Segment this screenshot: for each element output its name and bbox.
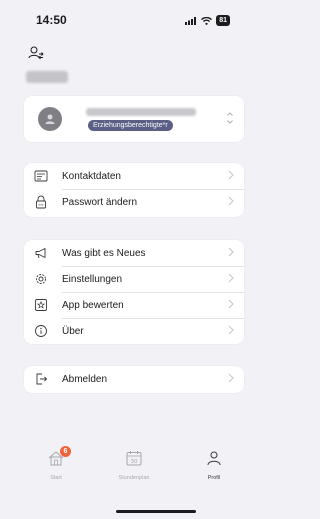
menu-item-contact[interactable]: Kontaktdaten [24,163,244,189]
tab-label: Profil [207,475,221,481]
status-bar: 14:50 81 [0,0,244,40]
menu-label: Einstellungen [62,273,123,285]
menu-item-password[interactable]: *** Passwort ändern [24,189,244,215]
avatar [38,107,62,131]
star-icon [35,299,47,311]
logout-group: Abmelden [24,366,244,393]
info-icon [35,325,47,337]
profile-name-redacted [86,108,196,116]
menu-label: App bewerten [62,299,124,311]
svg-text:***: *** [38,204,44,208]
megaphone-icon [35,248,46,259]
wifi-icon [201,16,213,25]
expand-chevron-icon[interactable] [226,110,234,126]
status-icons: 81 [185,15,230,26]
profile-card[interactable]: Erziehungsberechtigte*r [24,96,244,142]
calendar-icon: 30 [126,451,142,466]
chevron-right-icon [228,196,234,206]
chevron-right-icon [228,325,234,335]
tab-bar: 6 Start 30 Stundenplan Profil [24,442,244,519]
logout-icon [36,373,48,385]
tab-label: Stundenplan [118,475,150,481]
chevron-right-icon [228,170,234,180]
menu-label: Passwort ändern [62,196,138,208]
home-indicator [116,510,196,513]
menu-item-about[interactable]: Über [24,318,244,344]
tab-profile[interactable]: Profil [184,450,244,481]
menu-label: Über [62,325,84,337]
switch-user-icon[interactable] [28,45,44,61]
menu-item-rate-app[interactable]: App bewerten [24,292,244,318]
tab-timetable[interactable]: 30 Stundenplan [104,450,164,481]
battery-indicator: 81 [216,15,230,26]
role-badge: Erziehungsberechtigte*r [88,120,173,131]
tab-start[interactable]: 6 Start [26,446,86,481]
user-avatar-icon [45,114,55,124]
chevron-right-icon [228,247,234,257]
account-name-redacted [26,71,68,83]
menu-label: Kontaktdaten [62,170,121,182]
chevron-right-icon [228,299,234,309]
chevron-right-icon [228,373,234,383]
tab-label: Start [50,475,62,481]
menu-label: Was gibt es Neues [62,247,146,259]
lock-icon: *** [36,195,46,209]
gear-icon [36,274,46,284]
app-settings-group: Was gibt es Neues Einstellungen App bewe… [24,240,244,344]
menu-item-logout[interactable]: Abmelden [24,366,244,392]
account-settings-group: Kontaktdaten *** Passwort ändern [24,163,244,217]
calendar-day: 30 [131,459,138,465]
status-time: 14:50 [36,13,67,27]
contact-card-icon [34,170,48,182]
menu-item-whats-new[interactable]: Was gibt es Neues [24,240,244,266]
menu-label: Abmelden [62,373,108,385]
signal-icon [185,16,197,25]
person-icon [207,451,221,466]
notification-badge: 6 [60,446,71,457]
menu-item-settings[interactable]: Einstellungen [24,266,244,292]
chevron-right-icon [228,273,234,283]
